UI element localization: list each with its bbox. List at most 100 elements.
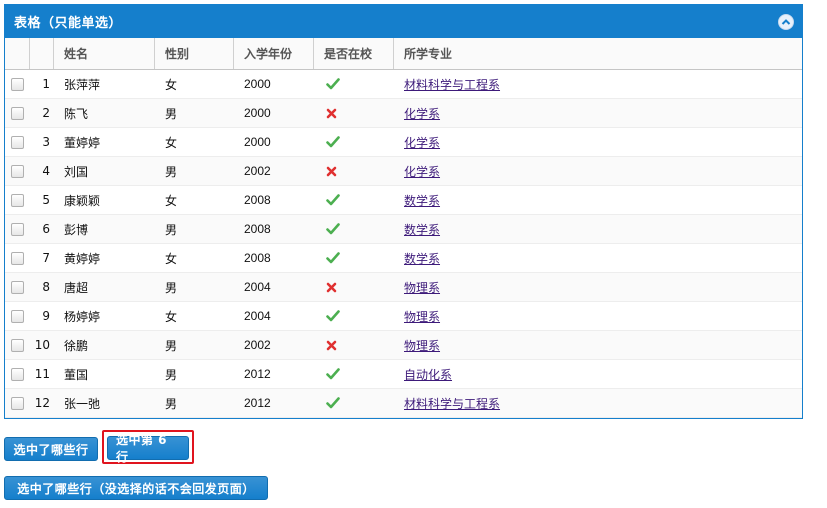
row-checkbox[interactable] — [11, 193, 24, 207]
check-icon — [326, 368, 340, 380]
row-checkbox[interactable] — [11, 164, 24, 178]
row-number: 8 — [42, 280, 50, 294]
select-row-6-button[interactable]: 选中第 6 行 — [107, 433, 189, 464]
row-checkbox[interactable] — [11, 222, 24, 236]
row-number: 11 — [34, 367, 50, 381]
cell-enrolled — [314, 360, 394, 388]
table-row[interactable]: 11 董国 男 2012 自动化系 — [5, 360, 802, 389]
table-row[interactable]: 12 张一弛 男 2012 材料科学与工程系 — [5, 389, 802, 418]
cell-major: 材料科学与工程系 — [394, 70, 802, 98]
cell-year: 2012 — [244, 367, 271, 381]
major-link[interactable]: 材料科学与工程系 — [404, 76, 500, 93]
cell-major: 化学系 — [394, 128, 802, 156]
cell-gender: 女 — [165, 251, 178, 266]
grid-panel: 表格（只能单选） 姓名 性别 入学年份 是否在校 所学专业 1 张萍萍 女 20… — [4, 4, 803, 419]
major-link[interactable]: 物理系 — [404, 279, 440, 296]
cell-name: 张萍萍 — [64, 77, 101, 92]
cell-name: 黄婷婷 — [64, 251, 101, 266]
table-row[interactable]: 2 陈飞 男 2000 化学系 — [5, 99, 802, 128]
major-link[interactable]: 数学系 — [404, 250, 440, 267]
table-row[interactable]: 4 刘国 男 2002 化学系 — [5, 157, 802, 186]
row-checkbox-cell — [5, 389, 30, 417]
row-checkbox[interactable] — [11, 77, 24, 91]
row-checkbox-cell — [5, 215, 30, 243]
table-row[interactable]: 5 康颖颖 女 2008 数学系 — [5, 186, 802, 215]
major-link[interactable]: 数学系 — [404, 192, 440, 209]
cell-enrolled — [314, 128, 394, 156]
row-checkbox[interactable] — [11, 251, 24, 265]
major-link[interactable]: 材料科学与工程系 — [404, 395, 500, 412]
cell-year: 2002 — [244, 164, 271, 178]
header-gender[interactable]: 性别 — [155, 38, 234, 69]
table-row[interactable]: 6 彭博 男 2008 数学系 — [5, 215, 802, 244]
row-checkbox[interactable] — [11, 367, 24, 381]
cell-major: 自动化系 — [394, 360, 802, 388]
cell-year: 2000 — [244, 135, 271, 149]
cell-major: 数学系 — [394, 215, 802, 243]
row-number: 7 — [42, 251, 50, 265]
major-link[interactable]: 物理系 — [404, 337, 440, 354]
table-row[interactable]: 9 杨婷婷 女 2004 物理系 — [5, 302, 802, 331]
table-row[interactable]: 1 张萍萍 女 2000 材料科学与工程系 — [5, 70, 802, 99]
cell-gender: 男 — [165, 396, 178, 411]
cell-major: 数学系 — [394, 244, 802, 272]
cell-enrolled — [314, 244, 394, 272]
row-checkbox[interactable] — [11, 280, 24, 294]
row-number: 6 — [42, 222, 50, 236]
row-checkbox[interactable] — [11, 338, 24, 352]
cell-major: 物理系 — [394, 302, 802, 330]
collapse-button[interactable] — [778, 13, 794, 30]
cell-major: 材料科学与工程系 — [394, 389, 802, 417]
which-rows-button[interactable]: 选中了哪些行 — [4, 437, 98, 461]
row-checkbox[interactable] — [11, 106, 24, 120]
row-checkbox[interactable] — [11, 396, 24, 410]
cell-name: 刘国 — [64, 164, 89, 179]
cell-enrolled — [314, 186, 394, 214]
cell-year: 2012 — [244, 396, 271, 410]
check-icon — [326, 136, 340, 148]
row-checkbox-cell — [5, 273, 30, 301]
header-year[interactable]: 入学年份 — [234, 38, 314, 69]
check-icon — [326, 310, 340, 322]
cell-name: 康颖颖 — [64, 193, 101, 208]
cell-year: 2008 — [244, 193, 271, 207]
table-row[interactable]: 7 黄婷婷 女 2008 数学系 — [5, 244, 802, 273]
major-link[interactable]: 数学系 — [404, 221, 440, 238]
cell-major: 数学系 — [394, 186, 802, 214]
table-row[interactable]: 3 董婷婷 女 2000 化学系 — [5, 128, 802, 157]
cell-name: 董婷婷 — [64, 135, 101, 150]
table-row[interactable]: 8 唐超 男 2004 物理系 — [5, 273, 802, 302]
row-number: 9 — [42, 309, 50, 323]
row-number: 12 — [34, 396, 50, 410]
row-checkbox[interactable] — [11, 135, 24, 149]
header-check-column — [5, 38, 30, 69]
row-checkbox-cell — [5, 360, 30, 388]
cell-name: 徐鹏 — [64, 338, 89, 353]
major-link[interactable]: 自动化系 — [404, 366, 452, 383]
row-number: 2 — [42, 106, 50, 120]
cell-gender: 男 — [165, 280, 178, 295]
major-link[interactable]: 化学系 — [404, 105, 440, 122]
header-enrolled[interactable]: 是否在校 — [314, 38, 394, 69]
header-major[interactable]: 所学专业 — [394, 38, 802, 69]
row-checkbox[interactable] — [11, 309, 24, 323]
cell-name: 董国 — [64, 367, 89, 382]
cross-icon — [326, 340, 337, 350]
table-row[interactable]: 10 徐鹏 男 2002 物理系 — [5, 331, 802, 360]
major-link[interactable]: 化学系 — [404, 163, 440, 180]
cell-name: 陈飞 — [64, 106, 89, 121]
cross-icon — [326, 166, 337, 176]
header-name[interactable]: 姓名 — [54, 38, 155, 69]
row-checkbox-cell — [5, 186, 30, 214]
major-link[interactable]: 物理系 — [404, 308, 440, 325]
major-link[interactable]: 化学系 — [404, 134, 440, 151]
cell-gender: 女 — [165, 135, 178, 150]
cell-gender: 女 — [165, 309, 178, 324]
grid-header: 姓名 性别 入学年份 是否在校 所学专业 — [5, 38, 802, 70]
cell-major: 物理系 — [394, 273, 802, 301]
row-checkbox-cell — [5, 70, 30, 98]
cell-name: 杨婷婷 — [64, 309, 101, 324]
cross-icon — [326, 108, 337, 118]
cell-gender: 女 — [165, 193, 178, 208]
which-rows-no-postback-button[interactable]: 选中了哪些行（没选择的话不会回发页面） — [4, 476, 268, 500]
